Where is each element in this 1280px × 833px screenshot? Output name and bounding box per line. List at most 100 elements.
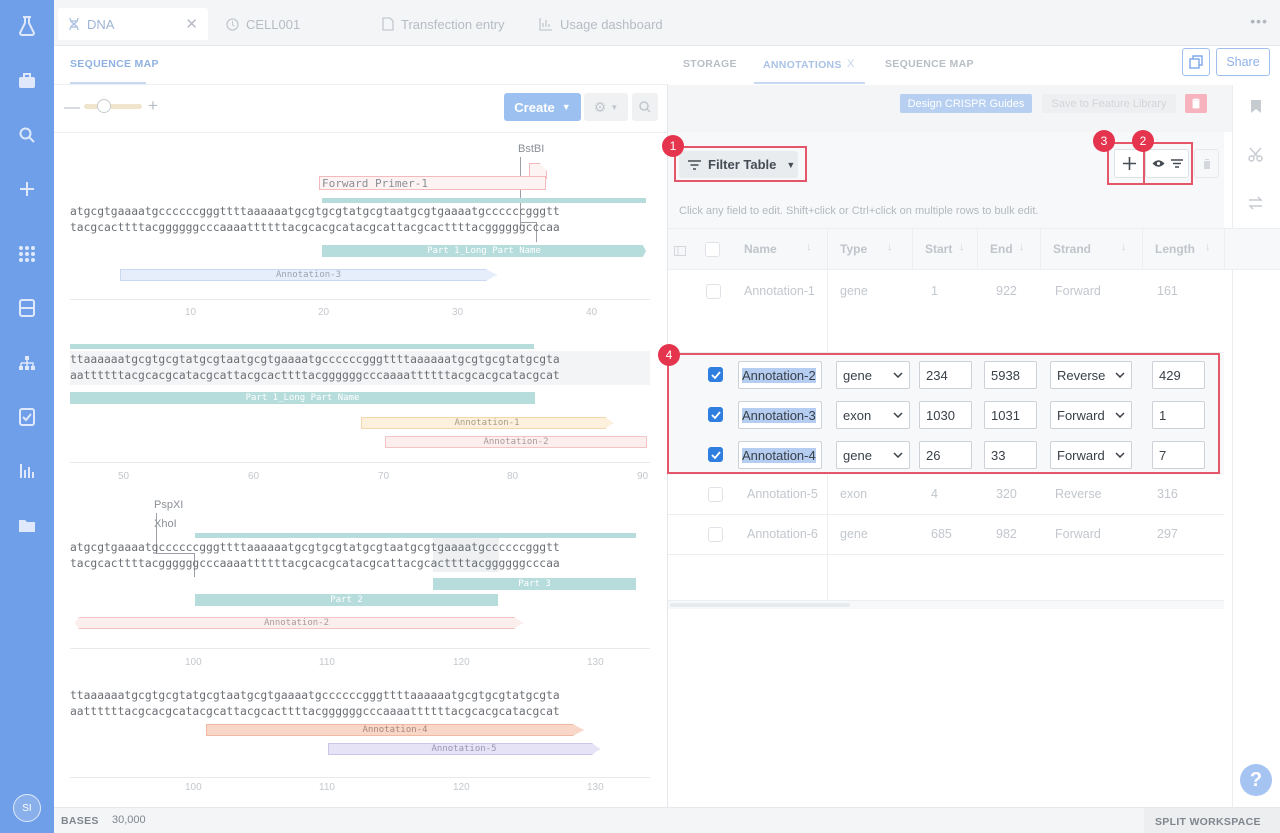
folder-settings-icon[interactable] — [17, 515, 37, 535]
cell-strand[interactable]: Reverse — [1055, 487, 1102, 501]
cell-strand[interactable]: Forward — [1055, 284, 1101, 298]
avatar[interactable]: SI — [13, 794, 41, 822]
settings-dropdown[interactable]: ⚙ ▼ — [584, 93, 628, 121]
cell-type[interactable]: gene — [840, 527, 868, 541]
tab-dna[interactable]: DNA ✕ — [58, 8, 208, 40]
close-tab-icon[interactable]: X — [847, 58, 854, 70]
cell-start[interactable]: 4 — [931, 487, 938, 501]
hierarchy-icon[interactable] — [17, 353, 37, 373]
cell-type[interactable]: gene — [840, 284, 868, 298]
annotation-feature[interactable]: Annotation-3 — [120, 269, 497, 281]
design-crispr-button[interactable]: Design CRISPR Guides — [900, 94, 1032, 113]
cell-end[interactable]: 922 — [996, 284, 1017, 298]
column-header-type[interactable]: Type — [840, 242, 867, 256]
close-icon[interactable]: ✕ — [185, 15, 198, 33]
sort-arrow-icon[interactable]: ↓ — [959, 241, 965, 253]
select-all-checkbox[interactable] — [705, 242, 720, 257]
tab-transfection-entry[interactable]: Transfection entry — [382, 8, 505, 40]
search-icon — [639, 101, 651, 113]
annotation-feature[interactable]: Annotation-2 — [74, 617, 523, 629]
row-checkbox[interactable] — [708, 487, 723, 502]
scrollbar-thumb[interactable] — [670, 603, 850, 607]
cell-end[interactable]: 320 — [996, 487, 1017, 501]
sort-arrow-icon[interactable]: ↓ — [1121, 241, 1127, 253]
cell-name[interactable]: Annotation-5 — [747, 487, 818, 501]
cell-start[interactable]: 1 — [931, 284, 938, 298]
part-feature[interactable]: Part 2 — [195, 594, 498, 606]
gear-icon: ⚙ — [593, 98, 607, 115]
row-checkbox[interactable] — [708, 527, 723, 542]
sort-arrow-icon[interactable]: ↓ — [1205, 241, 1211, 253]
row-menu-icon[interactable] — [674, 243, 686, 261]
part-feature[interactable]: Part 1_Long Part Name — [70, 392, 535, 404]
plus-icon[interactable] — [17, 179, 37, 199]
column-header-length[interactable]: Length — [1155, 242, 1195, 256]
tab-storage[interactable]: STORAGE — [683, 58, 737, 70]
inbox-icon[interactable] — [17, 298, 37, 318]
feature-bar — [195, 533, 636, 538]
apps-grid-icon[interactable] — [17, 244, 37, 264]
tab-usage-dashboard[interactable]: Usage dashboard — [539, 8, 663, 40]
sort-arrow-icon[interactable]: ↓ — [1019, 241, 1025, 253]
sort-arrow-icon[interactable]: ↓ — [887, 241, 893, 253]
zoom-in-icon[interactable]: + — [148, 96, 158, 116]
copy-button[interactable] — [1182, 48, 1210, 76]
delete-button[interactable] — [1185, 94, 1207, 113]
bar-chart-icon[interactable] — [17, 461, 37, 481]
more-options-icon[interactable]: ••• — [1250, 13, 1268, 29]
cell-length[interactable]: 161 — [1157, 284, 1178, 298]
swap-icon[interactable] — [1248, 196, 1263, 215]
right-rail — [1232, 85, 1280, 807]
scissors-icon[interactable] — [1248, 147, 1263, 167]
column-divider — [977, 229, 978, 269]
zoom-slider-handle[interactable] — [97, 99, 111, 113]
annotation-feature[interactable]: Annotation-4 — [206, 724, 584, 736]
help-button[interactable]: ? — [1240, 764, 1272, 796]
cell-name[interactable]: Annotation-1 — [744, 284, 815, 298]
callout-badge: 1 — [662, 135, 684, 157]
annotation-feature[interactable]: Annotation-5 — [328, 743, 600, 755]
create-button[interactable]: Create ▼ — [504, 93, 581, 121]
delete-row-button[interactable] — [1194, 149, 1219, 178]
briefcase-icon[interactable] — [17, 71, 37, 91]
cell-length[interactable]: 316 — [1157, 487, 1178, 501]
part-feature[interactable]: Part 1_Long Part Name — [322, 245, 646, 257]
sort-arrow-icon[interactable]: ↓ — [806, 241, 812, 253]
annotation-feature[interactable]: Annotation-1 — [361, 417, 613, 429]
search-button[interactable] — [632, 93, 658, 121]
row-checkbox[interactable] — [706, 284, 721, 299]
share-button[interactable]: Share — [1216, 48, 1270, 76]
tick-label: 120 — [453, 782, 470, 793]
save-to-library-button[interactable]: Save to Feature Library — [1042, 94, 1176, 113]
column-header-start[interactable]: Start — [925, 242, 952, 256]
cell-strand[interactable]: Forward — [1055, 527, 1101, 541]
annotation-feature[interactable]: Annotation-2 — [385, 436, 647, 448]
column-header-strand[interactable]: Strand — [1053, 242, 1091, 256]
cell-type[interactable]: exon — [840, 487, 867, 501]
lab-flask-icon[interactable] — [17, 16, 37, 36]
zoom-slider[interactable] — [84, 104, 142, 109]
cell-name[interactable]: Annotation-6 — [747, 527, 818, 541]
primer-feature[interactable]: Forward Primer-1 — [319, 176, 546, 190]
search-icon[interactable] — [17, 125, 37, 145]
table-row[interactable]: Annotation-6 gene 685 982 Forward 297 — [668, 515, 1224, 555]
enzyme-label: XhoI — [154, 518, 177, 530]
bookmark-icon[interactable] — [1250, 99, 1262, 119]
table-row[interactable]: Annotation-5 exon 4 320 Reverse 316 — [668, 475, 1224, 515]
checklist-icon[interactable] — [17, 407, 37, 427]
cell-start[interactable]: 685 — [931, 527, 952, 541]
part-feature[interactable]: Part 3 — [433, 578, 636, 590]
axis-line — [70, 462, 650, 463]
cell-end[interactable]: 982 — [996, 527, 1017, 541]
zoom-out-icon[interactable]: — — [64, 99, 80, 117]
column-header-end[interactable]: End — [990, 242, 1013, 256]
tab-annotations[interactable]: ANNOTATIONS — [763, 59, 842, 71]
axis-line — [70, 299, 650, 300]
column-divider — [1142, 229, 1143, 269]
tab-sequence-map[interactable]: SEQUENCE MAP — [885, 58, 974, 70]
highlight-box — [674, 146, 807, 182]
column-header-name[interactable]: Name — [744, 242, 777, 256]
cell-length[interactable]: 297 — [1157, 527, 1178, 541]
tab-cell001[interactable]: CELL001 — [226, 8, 300, 40]
table-row[interactable]: Annotation-1 gene 1 922 Forward 161 — [668, 270, 1224, 354]
